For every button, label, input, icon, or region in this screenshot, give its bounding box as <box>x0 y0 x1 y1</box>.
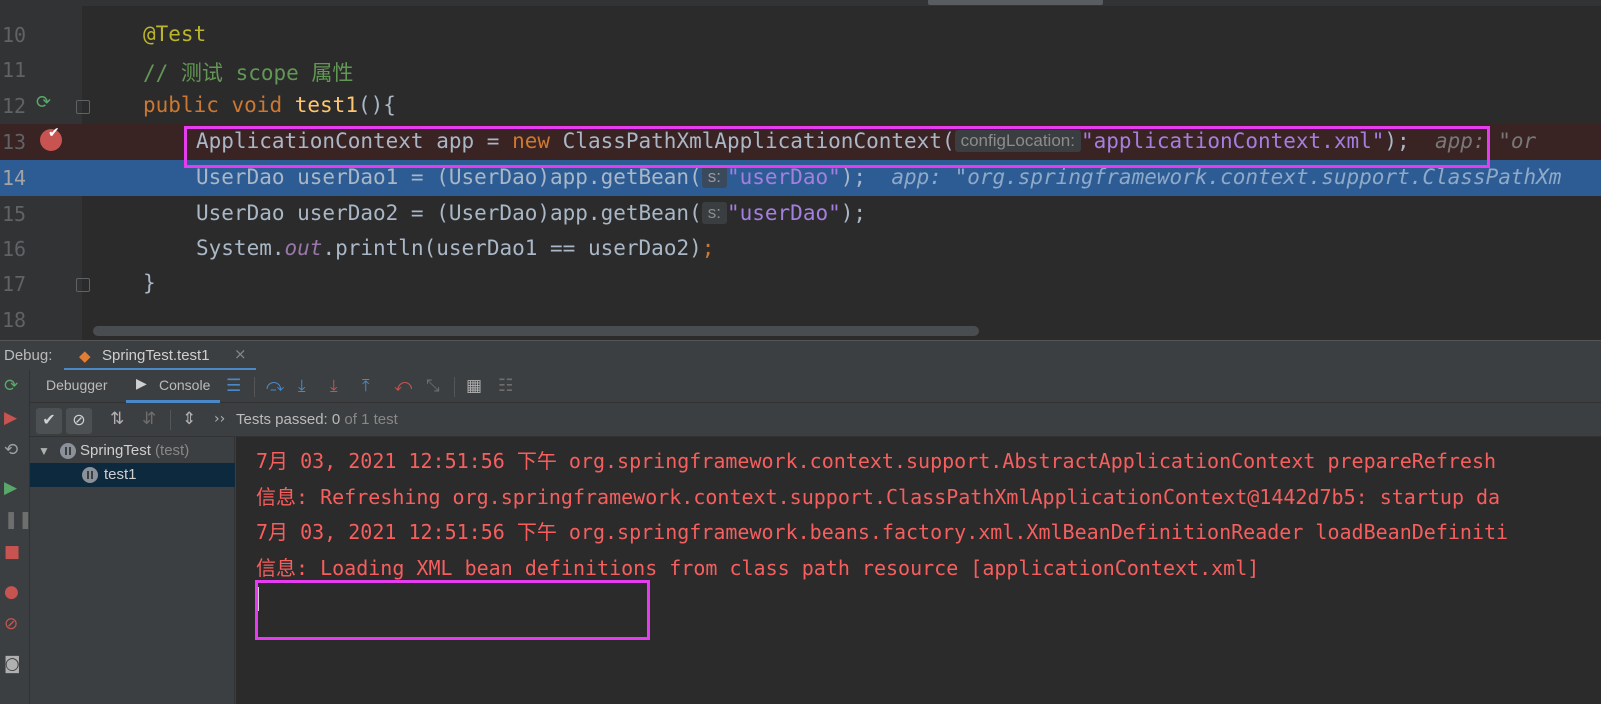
show-passed-button[interactable]: ✔ <box>36 408 62 434</box>
method-declaration: public void test1(){ <box>143 93 396 117</box>
line-number: 13 <box>2 130 27 154</box>
more-icon[interactable]: ›› <box>214 411 225 427</box>
evaluate-expression-icon[interactable]: ▦ <box>466 376 482 396</box>
line-number: 17 <box>2 272 27 296</box>
debug-label: Debug: <box>4 347 53 364</box>
closing-brace: } <box>143 271 156 295</box>
line-number: 10 <box>2 23 27 47</box>
run-to-cursor-icon[interactable]: ⤡ <box>426 376 440 396</box>
show-ignored-button[interactable]: ⊘ <box>66 408 92 434</box>
code-editor[interactable]: 10 @Test 11 // 测试 scope 属性 12 ⟳ public v… <box>0 0 1601 340</box>
debug-session-tab[interactable]: ◆ SpringTest.test1 × <box>64 341 256 371</box>
param-hint: s: <box>701 166 727 188</box>
line-number: 11 <box>2 58 27 82</box>
line-number: 14 <box>2 166 27 190</box>
toolbar-separator <box>454 377 455 397</box>
tree-node-label: test1 <box>104 466 137 483</box>
console-line: 7月 03, 2021 12:51:56 下午 org.springframew… <box>256 520 1509 544</box>
test-annotation: @Test <box>143 22 207 46</box>
get-bean-statement-1: UserDao userDao1 = (UserDao)app.getBean(… <box>196 165 1562 189</box>
line-number: 15 <box>2 202 27 226</box>
code-line-10[interactable]: 10 @Test <box>0 17 1601 53</box>
tree-node-springtest[interactable]: ▼ SpringTest (test) <box>30 439 235 463</box>
fold-marker-icon[interactable] <box>76 100 90 114</box>
console-line: 信息: Refreshing org.springframework.conte… <box>256 485 1501 509</box>
debug-tabs-toolbar: Debugger ▶ Console ☰ ⤼ ⤓ ⤓ ⤒ ⤺ ⤡ ▦ ☷ <box>30 370 1601 403</box>
debug-session-title: SpringTest.test1 <box>102 347 210 364</box>
step-out-icon[interactable]: ⤒ <box>362 376 370 396</box>
tab-console[interactable]: ▶ Console <box>126 370 220 403</box>
line-number: 16 <box>2 237 27 261</box>
menu-icon[interactable]: ☰ <box>226 376 241 396</box>
ignore-icon: ⊘ <box>72 410 86 429</box>
drop-frame-icon[interactable]: ⤺ <box>394 376 412 396</box>
param-hint: s: <box>701 202 727 224</box>
code-line-11[interactable]: 11 // 测试 scope 属性 <box>0 52 1601 88</box>
close-icon[interactable]: × <box>234 345 247 363</box>
test-tree: ▼ SpringTest (test) test1 <box>30 437 235 704</box>
paused-test-icon <box>82 467 98 483</box>
trace-stream-icon[interactable]: ☷ <box>498 376 513 396</box>
sort-duration-icon[interactable]: ⇵ <box>142 409 156 429</box>
fold-marker-icon[interactable] <box>76 278 90 292</box>
mute-breakpoints-icon[interactable]: ⊘ <box>4 614 18 634</box>
code-line-17[interactable]: 17 } <box>0 266 1601 302</box>
toolbar-separator <box>170 410 171 430</box>
resume-icon[interactable]: ▶ <box>4 478 17 498</box>
toolbar-separator <box>254 377 255 397</box>
sort-alpha-icon[interactable]: ⇅ <box>110 409 124 429</box>
console-icon: ▶ <box>136 376 147 392</box>
pause-icon[interactable]: ❚❚ <box>4 510 33 530</box>
code-line-12[interactable]: 12 ⟳ public void test1(){ <box>0 88 1601 124</box>
debug-action-bar: ⟳ ▶ ⟲ ▶ ❚❚ ■ ● ⊘ ◙ <box>0 370 33 704</box>
step-into-icon[interactable]: ⤓ <box>298 376 306 396</box>
step-over-icon[interactable]: ⤼ <box>266 376 284 396</box>
checkmark-icon: ✔ <box>48 125 60 141</box>
code-comment: // 测试 scope 属性 <box>143 61 354 85</box>
camera-icon[interactable]: ◙ <box>4 654 21 674</box>
debug-title-bar: Debug: ◆ SpringTest.test1 × <box>0 340 1601 371</box>
paused-test-icon <box>60 443 76 459</box>
line-number: 18 <box>2 308 27 332</box>
println-statement: System.out.println(userDao1 == userDao2)… <box>196 236 715 260</box>
rerun-failed-icon[interactable]: ▶ <box>4 408 17 428</box>
console-line: 信息: Loading XML bean definitions from cl… <box>256 556 1260 580</box>
horizontal-scrollbar[interactable] <box>93 326 979 336</box>
tab-debugger[interactable]: Debugger <box>46 377 108 393</box>
stop-icon[interactable]: ■ <box>4 542 20 562</box>
editor-top-strip <box>0 0 1601 6</box>
tree-node-test1[interactable]: test1 <box>30 463 235 487</box>
run-test-icon[interactable]: ⟳ <box>36 92 51 113</box>
highlight-annotation-box <box>255 580 650 640</box>
expand-all-icon[interactable]: ⇕ <box>182 409 196 429</box>
tree-node-label: SpringTest (test) <box>80 442 190 459</box>
code-line-16[interactable]: 16 System.out.println(userDao1 == userDa… <box>0 231 1601 267</box>
inline-debug-value: app: "org.springframework.context.suppor… <box>891 165 1562 189</box>
top-scroll-thumb[interactable] <box>928 0 1103 5</box>
console-line: 7月 03, 2021 12:51:56 下午 org.springframew… <box>256 449 1497 473</box>
line-number: 12 <box>2 94 27 118</box>
get-bean-statement-2: UserDao userDao2 = (UserDao)app.getBean(… <box>196 201 867 225</box>
highlight-annotation-box <box>184 126 1490 168</box>
toggle-auto-test-icon[interactable]: ⟲ <box>4 440 18 460</box>
test-runner-toolbar: ✔ ⊘ ⇅ ⇵ ⇕ ›› Tests passed: 0 of 1 test <box>30 403 1601 437</box>
code-line-15[interactable]: 15 UserDao userDao2 = (UserDao)app.getBe… <box>0 196 1601 232</box>
force-step-into-icon[interactable]: ⤓ <box>330 376 338 396</box>
tests-status: Tests passed: 0 of 1 test <box>236 411 398 428</box>
rerun-icon[interactable]: ⟳ <box>4 376 18 396</box>
chevron-down-icon[interactable]: ▼ <box>38 444 50 458</box>
debug-session-icon: ◆ <box>79 347 91 365</box>
debug-tool-window: Debug: ◆ SpringTest.test1 × ⟳ ▶ ⟲ ▶ ❚❚ ■… <box>0 340 1601 704</box>
view-breakpoints-icon[interactable]: ● <box>4 582 19 602</box>
check-icon: ✔ <box>42 410 56 429</box>
tab-console-label: Console <box>159 377 211 393</box>
console-output[interactable]: 7月 03, 2021 12:51:56 下午 org.springframew… <box>236 437 1601 704</box>
